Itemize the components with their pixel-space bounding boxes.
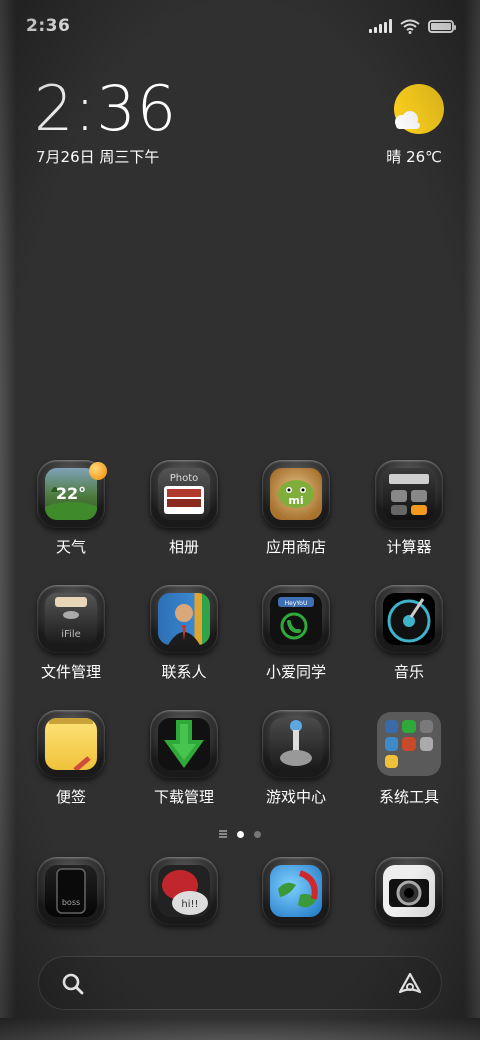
notes-icon	[35, 708, 107, 780]
app-label: 计算器	[386, 538, 432, 556]
app-label: 应用商店	[265, 538, 326, 556]
app-label: 小爱同学	[265, 663, 326, 681]
svg-text:mi: mi	[288, 494, 303, 507]
messages-icon-text: hi!!	[181, 899, 198, 910]
camera-icon	[373, 855, 445, 927]
clock-widget-date[interactable]: 7月26日 周三下午	[36, 146, 159, 167]
app-game-center[interactable]: 游戏中心	[246, 708, 346, 818]
contacts-icon	[148, 583, 220, 655]
file-manager-icon: iFile	[35, 583, 107, 655]
phone-icon-text: boss	[62, 898, 80, 907]
weather-app-temperature: 22°	[56, 484, 86, 503]
screen-edge-bottom	[0, 1018, 480, 1040]
app-file-manager[interactable]: iFile 文件管理	[21, 583, 121, 693]
weather-app-icon: 22°	[35, 458, 107, 530]
phone-icon: boss	[35, 855, 107, 927]
battery-icon	[428, 19, 456, 33]
screen-edge-right	[464, 0, 480, 1040]
assistant-icon-text: HeyYoU	[285, 600, 308, 607]
assistant-voice-icon[interactable]	[397, 971, 423, 997]
status-bar: 2:36	[26, 14, 456, 38]
app-label: 天气	[55, 538, 86, 556]
sunny-weather-icon[interactable]	[388, 82, 448, 138]
screen-edge-left	[0, 0, 16, 1040]
game-center-icon	[260, 708, 332, 780]
search-bar[interactable]	[38, 956, 442, 1010]
app-music[interactable]: 音乐	[359, 583, 459, 693]
app-store[interactable]: mi 应用商店	[246, 458, 346, 568]
page-dot-2[interactable]	[254, 830, 261, 838]
assistant-icon: HeyYoU	[260, 583, 332, 655]
app-label: 联系人	[161, 663, 207, 681]
app-label: 系统工具	[378, 788, 439, 806]
dock-camera[interactable]	[359, 855, 459, 935]
app-downloads[interactable]: 下载管理	[134, 708, 234, 818]
dock-browser[interactable]	[246, 855, 346, 935]
app-store-icon: mi	[260, 458, 332, 530]
gallery-icon-text: Photo	[170, 473, 199, 484]
home-screen: 2:36 2:36 7月26日 周三下午 晴 26℃ 22° 天气 Photo …	[0, 0, 480, 1040]
app-weather[interactable]: 22° 天气	[21, 458, 121, 568]
calculator-icon	[373, 458, 445, 530]
app-label: 相册	[168, 538, 199, 556]
signal-icon	[369, 19, 392, 33]
folder-system-tools[interactable]: 系统工具	[359, 708, 459, 818]
app-label: 游戏中心	[265, 788, 326, 806]
app-gallery[interactable]: Photo 相册	[134, 458, 234, 568]
page-list-icon	[219, 830, 227, 838]
file-icon-text: iFile	[61, 629, 81, 640]
app-calculator[interactable]: 计算器	[359, 458, 459, 568]
app-assistant[interactable]: HeyYoU 小爱同学	[246, 583, 346, 693]
browser-icon	[260, 855, 332, 927]
app-label: 便签	[55, 788, 86, 806]
music-icon	[373, 583, 445, 655]
app-contacts[interactable]: 联系人	[134, 583, 234, 693]
gallery-icon: Photo	[148, 458, 220, 530]
messages-icon: hi!!	[148, 855, 220, 927]
status-time: 2:36	[26, 16, 71, 36]
dock-messages[interactable]: hi!!	[134, 855, 234, 935]
system-tools-folder-icon	[373, 708, 445, 780]
downloads-icon	[148, 708, 220, 780]
app-label: 文件管理	[40, 663, 101, 681]
search-icon	[62, 973, 84, 995]
app-label: 音乐	[393, 663, 424, 681]
page-dot-1[interactable]	[237, 830, 244, 838]
wifi-icon	[400, 19, 420, 34]
page-indicator[interactable]	[0, 830, 480, 838]
dock-phone[interactable]: boss	[21, 855, 121, 935]
app-notes[interactable]: 便签	[21, 708, 121, 818]
clock-widget-time[interactable]: 2:36	[34, 76, 177, 142]
weather-summary[interactable]: 晴 26℃	[386, 146, 442, 167]
app-label: 下载管理	[153, 788, 214, 806]
